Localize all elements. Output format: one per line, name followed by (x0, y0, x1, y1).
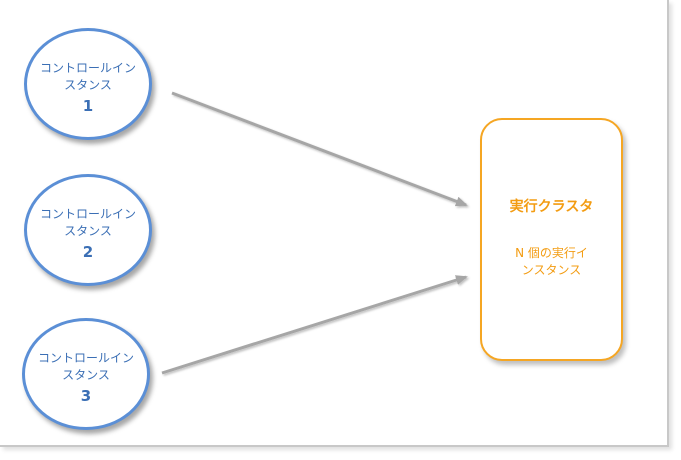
control-instance-label: コントロールインスタンス (39, 60, 136, 92)
control-instance-2: コントロールインスタンス 2 (24, 174, 152, 286)
control-instance-label: コントロールインスタンス (37, 350, 134, 382)
cluster-description: N 個の実行インスタンス (515, 246, 588, 277)
arrow-1-to-cluster (171, 91, 468, 207)
control-instance-label: コントロールインスタンス (39, 206, 136, 238)
arrow-3-to-cluster (161, 275, 468, 375)
cluster-title: 実行クラスタ (509, 199, 594, 215)
control-instance-number: 2 (82, 242, 94, 261)
control-instance-3: コントロールインスタンス 3 (22, 318, 150, 430)
control-instance-number: 3 (80, 386, 92, 405)
execution-cluster: 実行クラスタ N 個の実行インスタンス (480, 118, 623, 361)
control-instance-number: 1 (82, 96, 94, 115)
control-instance-1: コントロールインスタンス 1 (24, 28, 152, 140)
diagram-canvas: コントロールインスタンス 1 コントロールインスタンス 2 コントロールインスタ… (0, 0, 681, 460)
